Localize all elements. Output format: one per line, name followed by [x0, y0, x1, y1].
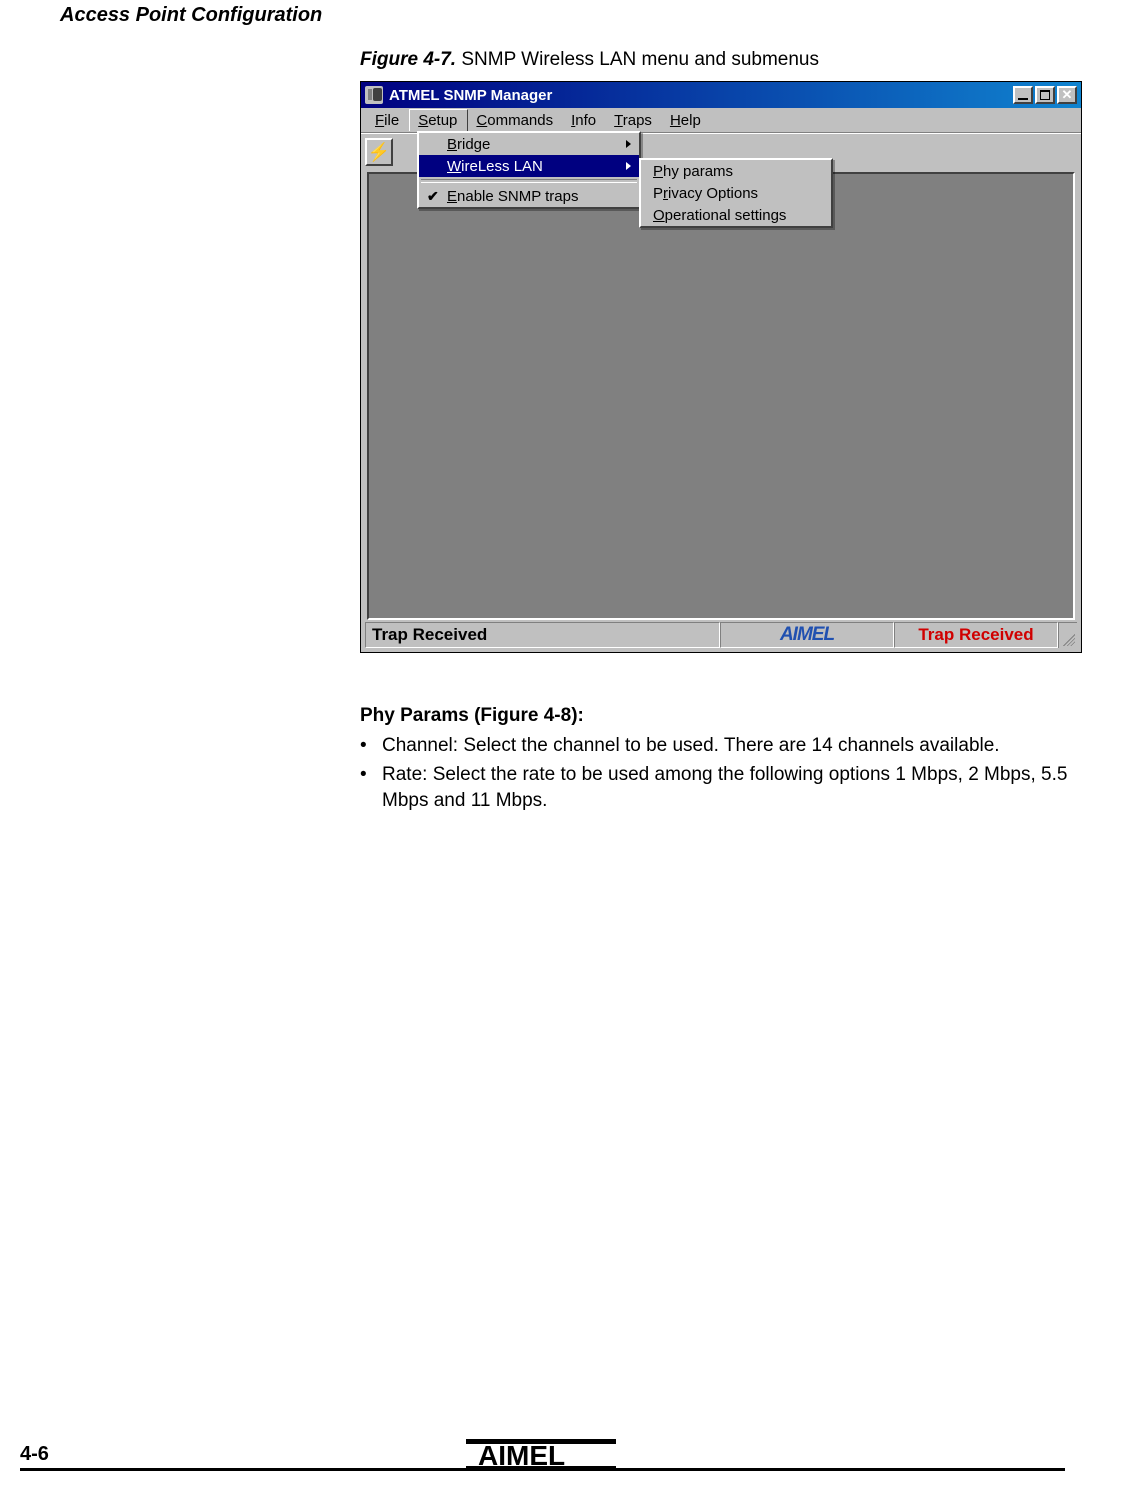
menu-item-enable-snmp-traps[interactable]: ✔ Enable SNMP traps	[419, 185, 639, 207]
client-area	[367, 172, 1075, 620]
atmel-logo: AIMEL	[458, 1431, 628, 1471]
resize-grip[interactable]	[1058, 622, 1077, 648]
submenu-arrow-icon	[626, 162, 631, 170]
menu-item-wireless-lan[interactable]: WireLess LAN	[419, 155, 639, 177]
maximize-icon	[1040, 90, 1050, 100]
toolbar-button[interactable]: ⚡	[365, 138, 393, 166]
bullet-marker: •	[360, 733, 382, 759]
menu-info[interactable]: Info	[563, 110, 606, 131]
figure-caption-text: SNMP Wireless LAN menu and submenus	[456, 49, 819, 70]
figure-caption: Figure 4-7. SNMP Wireless LAN menu and s…	[360, 49, 1065, 71]
menu-commands[interactable]: Commands	[468, 110, 563, 131]
submenu-operational-settings[interactable]: Operational settings	[641, 204, 831, 226]
menu-traps[interactable]: Traps	[606, 110, 662, 131]
title-bar: ATMEL SNMP Manager ✕	[361, 82, 1081, 108]
minimize-icon	[1018, 98, 1028, 100]
menu-bar: File Setup Commands Info Traps Help	[361, 108, 1081, 133]
menu-separator	[421, 179, 637, 183]
menu-file[interactable]: File	[367, 110, 409, 131]
atmel-logo-small: AIMEL	[780, 624, 834, 646]
submenu-phy-params[interactable]: Phy params	[641, 160, 831, 182]
maximize-button[interactable]	[1035, 86, 1055, 104]
window-controls: ✕	[1013, 86, 1077, 104]
menu-help[interactable]: Help	[662, 110, 711, 131]
body-heading: Phy Params (Figure 4-8):	[360, 703, 1080, 729]
bullet-text: Rate: Select the rate to be used among t…	[382, 762, 1080, 813]
status-logo-cell: AIMEL	[720, 622, 894, 648]
status-text-left: Trap Received	[365, 622, 720, 648]
app-icon	[365, 86, 383, 104]
setup-dropdown: Bridge WireLess LAN ✔ Enable SNMP traps	[417, 131, 641, 209]
figure-label: Figure 4-7.	[360, 49, 456, 70]
minimize-button[interactable]	[1013, 86, 1033, 104]
app-window: ATMEL SNMP Manager ✕ File Setup Commands…	[360, 81, 1082, 653]
status-bar: Trap Received AIMEL Trap Received	[365, 622, 1077, 648]
bullet-text: Channel: Select the channel to be used. …	[382, 733, 1000, 759]
menu-item-bridge[interactable]: Bridge	[419, 133, 639, 155]
bullet-item: • Channel: Select the channel to be used…	[360, 733, 1080, 759]
lightning-icon: ⚡	[368, 142, 390, 163]
menu-setup[interactable]: Setup	[409, 109, 468, 131]
window-title: ATMEL SNMP Manager	[389, 87, 1013, 104]
bullet-marker: •	[360, 762, 382, 813]
page-footer: AIMEL 4-6	[20, 1468, 1065, 1471]
body-text: Phy Params (Figure 4-8): • Channel: Sele…	[360, 703, 1080, 814]
wireless-lan-submenu: Phy params Privacy Options Operational s…	[639, 158, 833, 228]
close-button[interactable]: ✕	[1057, 86, 1077, 104]
submenu-privacy-options[interactable]: Privacy Options	[641, 182, 831, 204]
status-text-right: Trap Received	[894, 622, 1058, 648]
page-header: Access Point Configuration	[60, 4, 1065, 27]
close-icon: ✕	[1062, 90, 1073, 100]
check-icon: ✔	[427, 188, 439, 205]
bullet-item: • Rate: Select the rate to be used among…	[360, 762, 1080, 813]
submenu-arrow-icon	[626, 140, 631, 148]
